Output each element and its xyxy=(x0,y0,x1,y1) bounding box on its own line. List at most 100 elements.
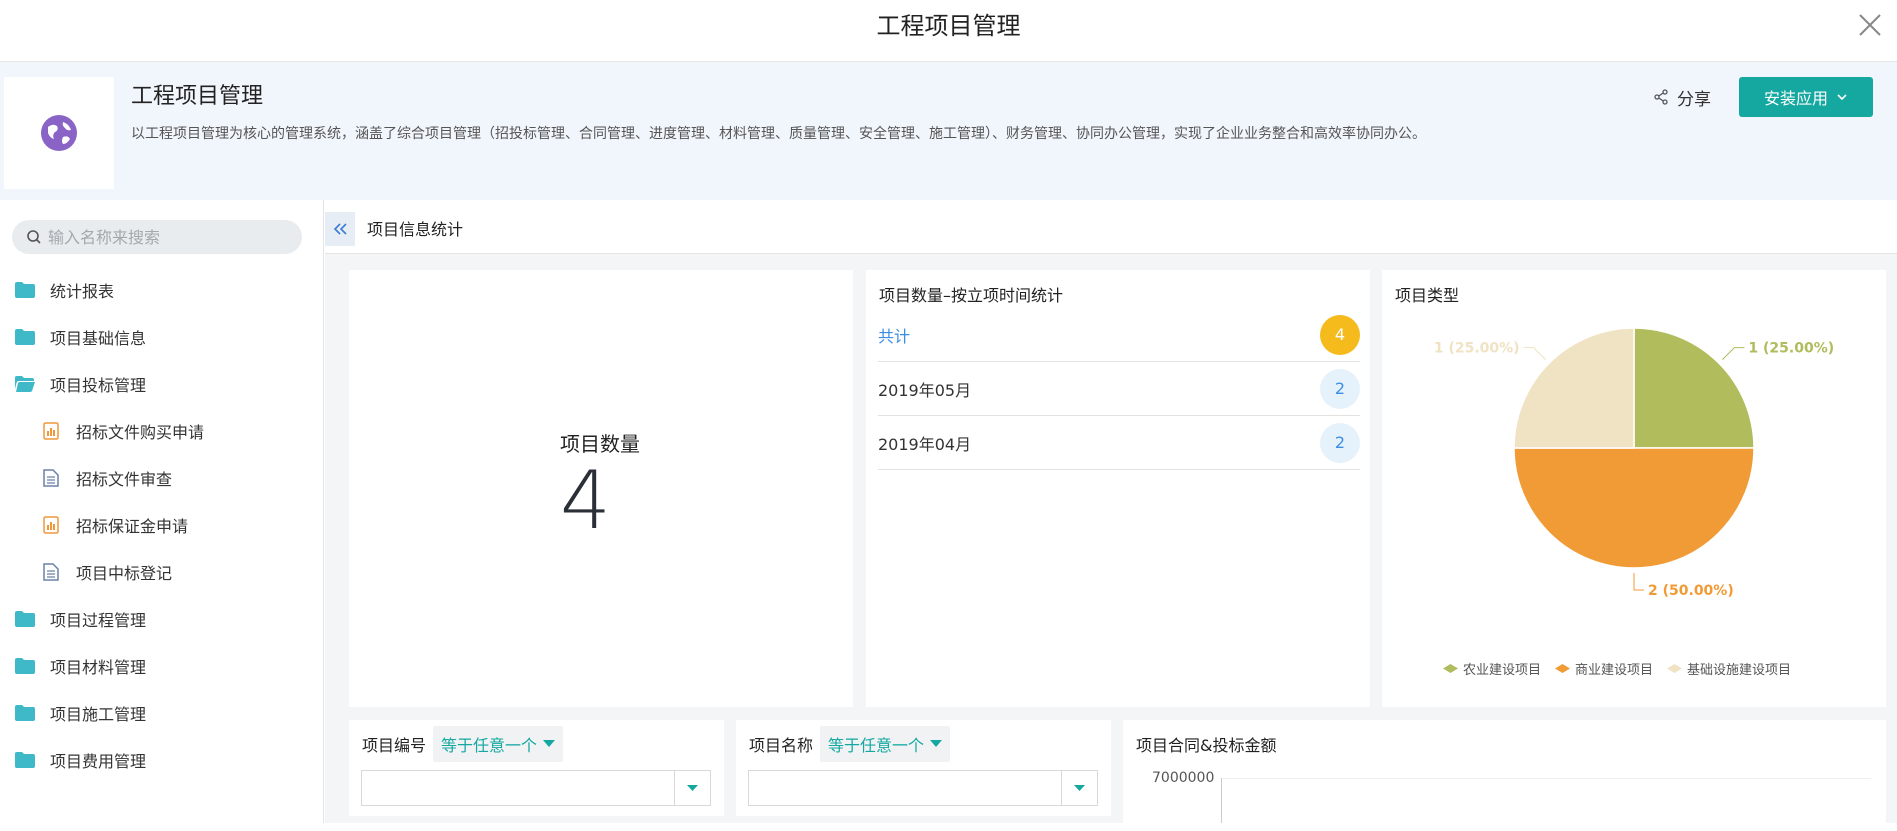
stat-row[interactable]: 2019年05月 2 xyxy=(878,362,1360,416)
window-title: 工程项目管理 xyxy=(876,12,1021,40)
install-app-button[interactable]: 安装应用 xyxy=(1739,77,1873,117)
caret-down-icon[interactable] xyxy=(1061,771,1097,805)
slice-label: 2 (50.00%) xyxy=(1648,583,1734,599)
legend-item[interactable]: 基础设施建设项目 xyxy=(1667,659,1791,678)
document-icon xyxy=(40,468,62,488)
filter-label: 项目名称 xyxy=(749,736,814,755)
stat-row-total[interactable]: 共计 4 xyxy=(878,308,1360,362)
filter-value-select[interactable] xyxy=(361,770,711,806)
folder-icon xyxy=(14,703,36,723)
app-header: 工程项目管理 以工程项目管理为核心的管理系统，涵盖了综合项目管理（招投标管理、合… xyxy=(0,62,1897,200)
legend-item[interactable]: 商业建设项目 xyxy=(1555,659,1653,678)
project-count: 项目数量 4 xyxy=(560,428,640,541)
sidebar-item-expenses[interactable]: 项目费用管理 xyxy=(0,736,323,783)
sidebar-item-label: 统计报表 xyxy=(50,281,115,301)
label-leader-line xyxy=(1722,347,1745,360)
filter-project-name: 项目名称 等于任意一个 xyxy=(736,720,1111,816)
form-icon xyxy=(40,515,62,535)
pie-slice[interactable] xyxy=(1633,327,1755,449)
sidebar-item-label: 项目施工管理 xyxy=(50,704,147,724)
stat-row-label: 2019年05月 xyxy=(878,380,972,400)
share-label: 分享 xyxy=(1677,89,1711,110)
project-count-card: 项目数量 4 xyxy=(349,270,853,707)
main-header: 项目信息统计 xyxy=(325,200,1897,254)
sidebar-item-construction[interactable]: 项目施工管理 xyxy=(0,689,323,736)
pie-chart: 1 (25.00%) 2 (50.00%) 1 (25.00%) xyxy=(1434,327,1834,599)
grid-line xyxy=(1221,778,1871,779)
document-icon xyxy=(40,562,62,582)
sidebar-item-label: 项目投标管理 xyxy=(50,375,147,395)
pie-slice[interactable] xyxy=(1513,447,1755,569)
time-stats-title: 项目数量–按立项时间统计 xyxy=(879,286,1064,305)
caret-down-icon[interactable] xyxy=(674,771,710,805)
slice-label: 1 (25.00%) xyxy=(1434,341,1520,357)
filter-value-select[interactable] xyxy=(748,770,1098,806)
sidebar-item-materials[interactable]: 项目材料管理 xyxy=(0,642,323,689)
label-leader-line xyxy=(1633,573,1644,591)
main-content: 项目信息统计 项目数量 4 项目数量–按立项时间统计 共计 4 2019年05月… xyxy=(325,200,1897,823)
share-button[interactable]: 分享 xyxy=(1653,84,1711,110)
filter-operator-label: 等于任意一个 xyxy=(828,736,925,755)
filter-operator-dropdown[interactable]: 等于任意一个 xyxy=(433,726,564,762)
sidebar-item-tender-purchase[interactable]: 招标文件购买申请 xyxy=(0,407,323,454)
folder-icon xyxy=(14,280,36,300)
share-icon xyxy=(1654,89,1668,105)
globe-icon xyxy=(41,115,77,151)
pie-slice[interactable] xyxy=(1513,327,1635,449)
sidebar-item-reports[interactable]: 统计报表 xyxy=(0,266,323,313)
double-chevron-left-icon xyxy=(333,223,347,235)
stat-row[interactable]: 2019年04月 2 xyxy=(878,416,1360,470)
sidebar-item-label: 项目过程管理 xyxy=(50,610,147,630)
slice-label: 1 (25.00%) xyxy=(1748,341,1834,357)
sidebar-item-basic-info[interactable]: 项目基础信息 xyxy=(0,313,323,360)
search-icon xyxy=(27,230,41,244)
time-stats-card: 项目数量–按立项时间统计 共计 4 2019年05月 2 2019年04月 2 xyxy=(866,270,1370,707)
stat-row-label: 2019年04月 xyxy=(878,434,972,454)
sidebar-item-tender-review[interactable]: 招标文件审查 xyxy=(0,454,323,501)
filter-project-code: 项目编号 等于任意一个 xyxy=(349,720,724,816)
stat-total-badge: 4 xyxy=(1320,314,1360,355)
sidebar-item-deposit[interactable]: 招标保证金申请 xyxy=(0,501,323,548)
sidebar-item-label: 项目基础信息 xyxy=(50,328,147,348)
breadcrumb: 项目信息统计 xyxy=(367,220,464,239)
sidebar-item-label: 项目材料管理 xyxy=(50,657,147,677)
stat-row-badge: 2 xyxy=(1320,422,1360,463)
amount-chart-title: 项目合同&投标金额 xyxy=(1136,736,1277,755)
chevron-down-icon xyxy=(1837,94,1847,101)
sidebar-item-label: 招标文件购买申请 xyxy=(76,422,205,442)
stat-row-badge: 2 xyxy=(1320,368,1360,409)
install-label: 安装应用 xyxy=(1763,89,1828,108)
app-logo xyxy=(4,77,114,189)
filter-operator-dropdown[interactable]: 等于任意一个 xyxy=(820,726,951,762)
folder-icon xyxy=(14,609,36,629)
close-icon[interactable] xyxy=(1853,8,1887,42)
sidebar-item-bidding[interactable]: 项目投标管理 xyxy=(0,360,323,407)
caret-down-icon xyxy=(930,740,943,747)
folder-icon xyxy=(14,750,36,770)
app-description: 以工程项目管理为核心的管理系统，涵盖了综合项目管理（招投标管理、合同管理、进度管… xyxy=(131,126,1426,142)
sidebar-item-label: 项目费用管理 xyxy=(50,751,147,771)
form-icon xyxy=(40,421,62,441)
sidebar-item-label: 招标文件审查 xyxy=(76,469,173,489)
window-titlebar: 工程项目管理 xyxy=(0,0,1897,62)
label-leader-line xyxy=(1523,347,1546,360)
filter-operator-label: 等于任意一个 xyxy=(441,736,538,755)
folder-open-icon xyxy=(14,374,36,394)
sidebar-item-award[interactable]: 项目中标登记 xyxy=(0,548,323,595)
y-axis-tick: 7000000 xyxy=(1152,770,1215,786)
project-count-label: 项目数量 xyxy=(560,432,640,456)
folder-icon xyxy=(14,656,36,676)
search-input[interactable] xyxy=(48,227,288,247)
y-axis-line xyxy=(1221,778,1222,823)
sidebar-item-label: 招标保证金申请 xyxy=(76,516,189,536)
nav-list: 统计报表 项目基础信息 项目投标管理 招标文件购买申请 招标文件审查 招标保证金… xyxy=(0,266,323,783)
legend-item[interactable]: 农业建设项目 xyxy=(1443,659,1541,678)
filter-label: 项目编号 xyxy=(362,736,427,755)
app-name: 工程项目管理 xyxy=(131,84,264,109)
sidebar-item-process[interactable]: 项目过程管理 xyxy=(0,595,323,642)
search-box[interactable] xyxy=(12,220,302,254)
collapse-sidebar-button[interactable] xyxy=(325,212,355,246)
sidebar-item-label: 项目中标登记 xyxy=(76,563,173,583)
project-type-card: 项目类型 1 (25.00%) 2 (50.00%) 1 (25.00%) 农业建设… xyxy=(1382,270,1886,707)
amount-chart-card: 项目合同&投标金额 7000000 xyxy=(1123,720,1886,823)
